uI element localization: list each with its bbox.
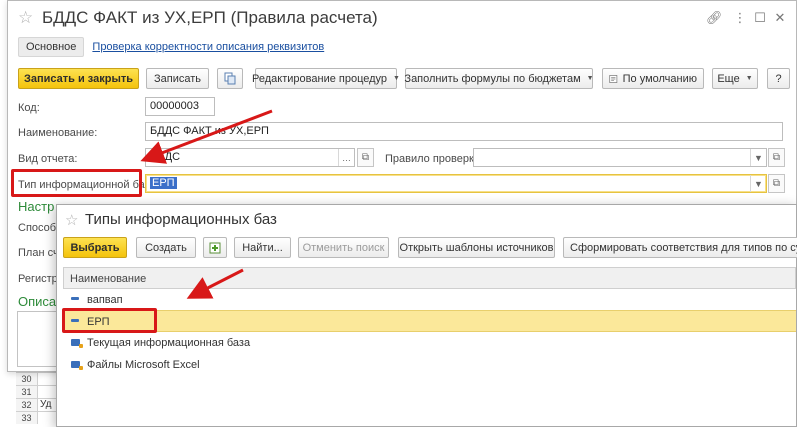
arrow-to-erp-row [186, 268, 244, 299]
arrow-to-report-field [140, 109, 273, 164]
annotation-arrows [140, 109, 273, 299]
